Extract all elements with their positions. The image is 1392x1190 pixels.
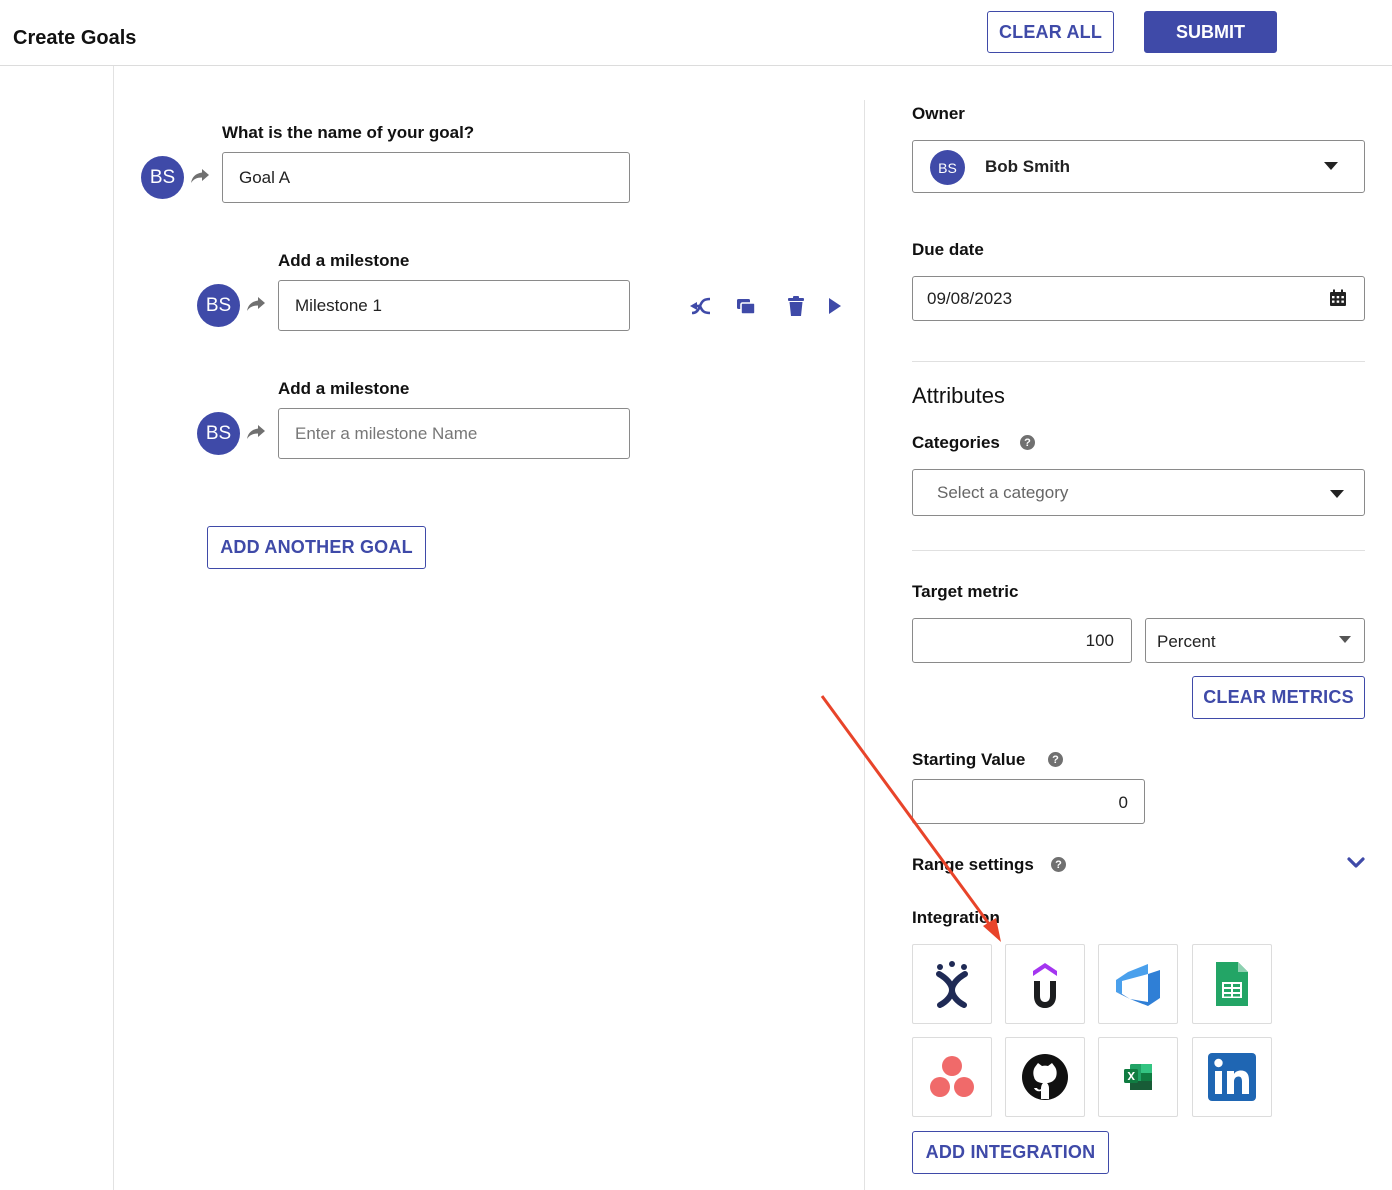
milestone-label: Add a milestone bbox=[278, 251, 410, 270]
milestone-owner-avatar[interactable]: BS bbox=[197, 284, 240, 327]
milestone-owner-avatar[interactable]: BS bbox=[197, 412, 240, 455]
share-arrow-icon[interactable] bbox=[246, 296, 266, 312]
due-date-label: Due date bbox=[912, 240, 984, 259]
integration-tile-asana[interactable] bbox=[912, 1037, 992, 1117]
integration-tile-github[interactable] bbox=[1005, 1037, 1085, 1117]
starting-value-label: Starting Value bbox=[912, 750, 1026, 769]
clear-metrics-button[interactable]: CLEAR METRICS bbox=[1192, 676, 1365, 719]
clear-all-button[interactable]: CLEAR ALL bbox=[987, 11, 1114, 53]
starting-value-input[interactable]: 0 bbox=[912, 779, 1145, 824]
azure-devops-icon bbox=[1116, 964, 1160, 1006]
milestone-name-input[interactable]: Enter a milestone Name bbox=[278, 408, 630, 459]
chevron-down-icon bbox=[1324, 162, 1338, 170]
top-bar: Create Goals CLEAR ALL SUBMIT bbox=[0, 0, 1392, 66]
due-date-input[interactable]: 09/08/2023 bbox=[912, 276, 1365, 321]
integration-tile-jira[interactable] bbox=[912, 944, 992, 1024]
add-another-goal-button[interactable]: ADD ANOTHER GOAL bbox=[207, 526, 426, 569]
integration-tile-google-sheets[interactable] bbox=[1192, 944, 1272, 1024]
chevron-down-icon[interactable] bbox=[1347, 856, 1365, 870]
help-icon[interactable]: ? bbox=[1048, 752, 1063, 767]
chevron-down-icon bbox=[1339, 636, 1351, 643]
calendar-icon[interactable] bbox=[1329, 289, 1347, 307]
play-icon[interactable] bbox=[824, 295, 846, 317]
submit-button[interactable]: SUBMIT bbox=[1144, 11, 1277, 53]
divider bbox=[912, 550, 1365, 551]
add-integration-button[interactable]: ADD INTEGRATION bbox=[912, 1131, 1109, 1174]
duplicate-icon[interactable] bbox=[735, 295, 757, 317]
metric-unit-value: Percent bbox=[1157, 632, 1216, 651]
metric-unit-select[interactable]: Percent bbox=[1145, 618, 1365, 663]
owner-select[interactable]: BS Bob Smith bbox=[912, 140, 1365, 193]
github-icon bbox=[1022, 1054, 1068, 1100]
integration-tile-linkedin[interactable] bbox=[1192, 1037, 1272, 1117]
share-arrow-icon[interactable] bbox=[190, 168, 210, 184]
category-placeholder: Select a category bbox=[937, 483, 1069, 502]
share-arrow-icon[interactable] bbox=[246, 424, 266, 440]
attributes-heading: Attributes bbox=[912, 383, 1005, 408]
target-metric-input[interactable]: 100 bbox=[912, 618, 1132, 663]
goal-owner-avatar[interactable]: BS bbox=[141, 156, 184, 199]
due-date-value: 09/08/2023 bbox=[927, 289, 1013, 308]
trash-icon[interactable] bbox=[785, 295, 807, 317]
goal-name-label: What is the name of your goal? bbox=[222, 123, 475, 142]
starting-value: 0 bbox=[1118, 793, 1128, 812]
center-divider bbox=[864, 100, 865, 1190]
integration-tile-udemy[interactable] bbox=[1005, 944, 1085, 1024]
branch-icon[interactable] bbox=[689, 295, 711, 317]
left-divider bbox=[113, 66, 114, 1190]
udemy-icon bbox=[1033, 963, 1057, 1008]
milestone-input[interactable]: Milestone 1 bbox=[278, 280, 630, 331]
excel-icon bbox=[1124, 1064, 1152, 1090]
asana-icon bbox=[930, 1056, 974, 1097]
range-settings-label: Range settings bbox=[912, 855, 1034, 874]
integration-label: Integration bbox=[912, 908, 1000, 927]
avatar: BS bbox=[930, 150, 965, 185]
categories-label: Categories bbox=[912, 433, 1000, 452]
linkedin-icon bbox=[1208, 1053, 1256, 1101]
integration-tile-azure-devops[interactable] bbox=[1098, 944, 1178, 1024]
target-metric-value: 100 bbox=[1085, 631, 1114, 650]
target-metric-label: Target metric bbox=[912, 582, 1019, 601]
help-icon[interactable]: ? bbox=[1020, 435, 1035, 450]
integration-tile-excel[interactable] bbox=[1098, 1037, 1178, 1117]
help-icon[interactable]: ? bbox=[1051, 857, 1066, 872]
chevron-down-icon bbox=[1330, 490, 1344, 498]
divider bbox=[912, 361, 1365, 362]
milestone-label: Add a milestone bbox=[278, 379, 410, 398]
owner-name: Bob Smith bbox=[985, 157, 1070, 176]
google-sheets-icon bbox=[1216, 962, 1248, 1006]
goal-name-input[interactable]: Goal A bbox=[222, 152, 630, 203]
category-select[interactable]: Select a category bbox=[912, 469, 1365, 516]
owner-label: Owner bbox=[912, 104, 965, 123]
page-title: Create Goals bbox=[13, 27, 137, 49]
jira-icon bbox=[936, 961, 968, 1008]
